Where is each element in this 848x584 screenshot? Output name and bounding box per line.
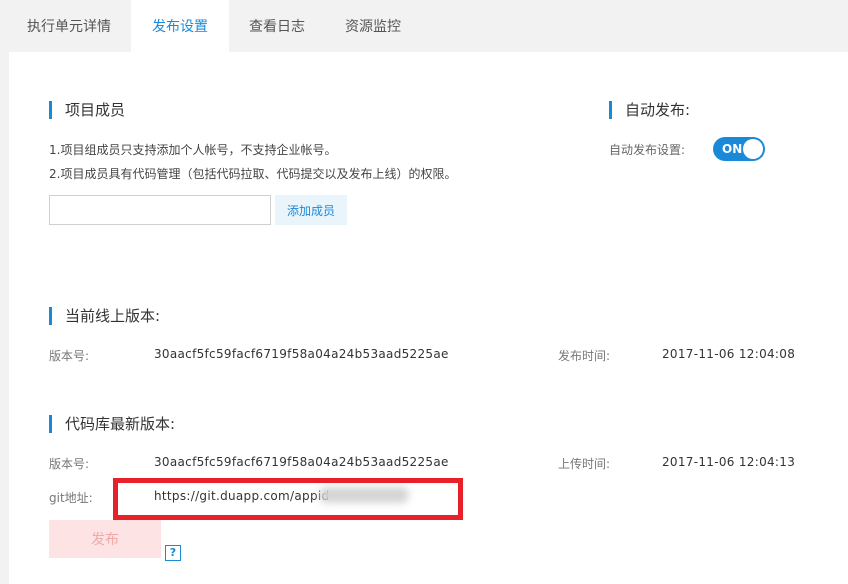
help-icon[interactable]: ? (165, 545, 181, 561)
auto-publish-toggle[interactable]: ON (713, 137, 765, 161)
online-version-value: 30aacf5fc59facf6719f58a04a24b53aad5225ae (154, 347, 449, 361)
repo-version-value: 30aacf5fc59facf6719f58a04a24b53aad5225ae (154, 455, 449, 469)
member-input[interactable] (49, 195, 271, 225)
online-version-label: 版本号: (49, 349, 90, 363)
toggle-state-text: ON (722, 142, 743, 156)
auto-publish-section-title: 自动发布: (609, 101, 690, 119)
git-address-label: git地址: (49, 491, 93, 505)
online-version-section-title: 当前线上版本: (49, 307, 160, 325)
auto-publish-setting-label: 自动发布设置: (609, 143, 686, 157)
publish-time-label: 发布时间: (558, 349, 611, 363)
tab-view-logs[interactable]: 查看日志 (231, 0, 323, 52)
upload-time-label: 上传时间: (558, 457, 611, 471)
repo-version-label: 版本号: (49, 457, 90, 471)
repo-version-section-title: 代码库最新版本: (49, 415, 175, 433)
tab-publish-settings[interactable]: 发布设置 (131, 0, 229, 52)
tab-resource-monitor[interactable]: 资源监控 (325, 0, 421, 52)
publish-settings-panel: 项目成员 1.项目组成员只支持添加个人帐号，不支持企业帐号。 2.项目成员具有代… (9, 52, 848, 584)
tab-bar: 执行单元详情 发布设置 查看日志 资源监控 (0, 0, 848, 52)
publish-button[interactable]: 发布 (49, 520, 161, 558)
toggle-knob (743, 139, 763, 159)
members-section-title: 项目成员 (49, 101, 125, 119)
members-note-1: 1.项目组成员只支持添加个人帐号，不支持企业帐号。 (49, 143, 337, 157)
upload-time-value: 2017-11-06 12:04:13 (662, 455, 796, 469)
members-note-2: 2.项目成员具有代码管理（包括代码拉取、代码提交以及发布上线）的权限。 (49, 167, 457, 181)
add-member-button[interactable]: 添加成员 (275, 195, 347, 225)
tab-unit-details[interactable]: 执行单元详情 (10, 0, 128, 52)
publish-time-value: 2017-11-06 12:04:08 (662, 347, 796, 361)
highlight-box (113, 478, 463, 520)
